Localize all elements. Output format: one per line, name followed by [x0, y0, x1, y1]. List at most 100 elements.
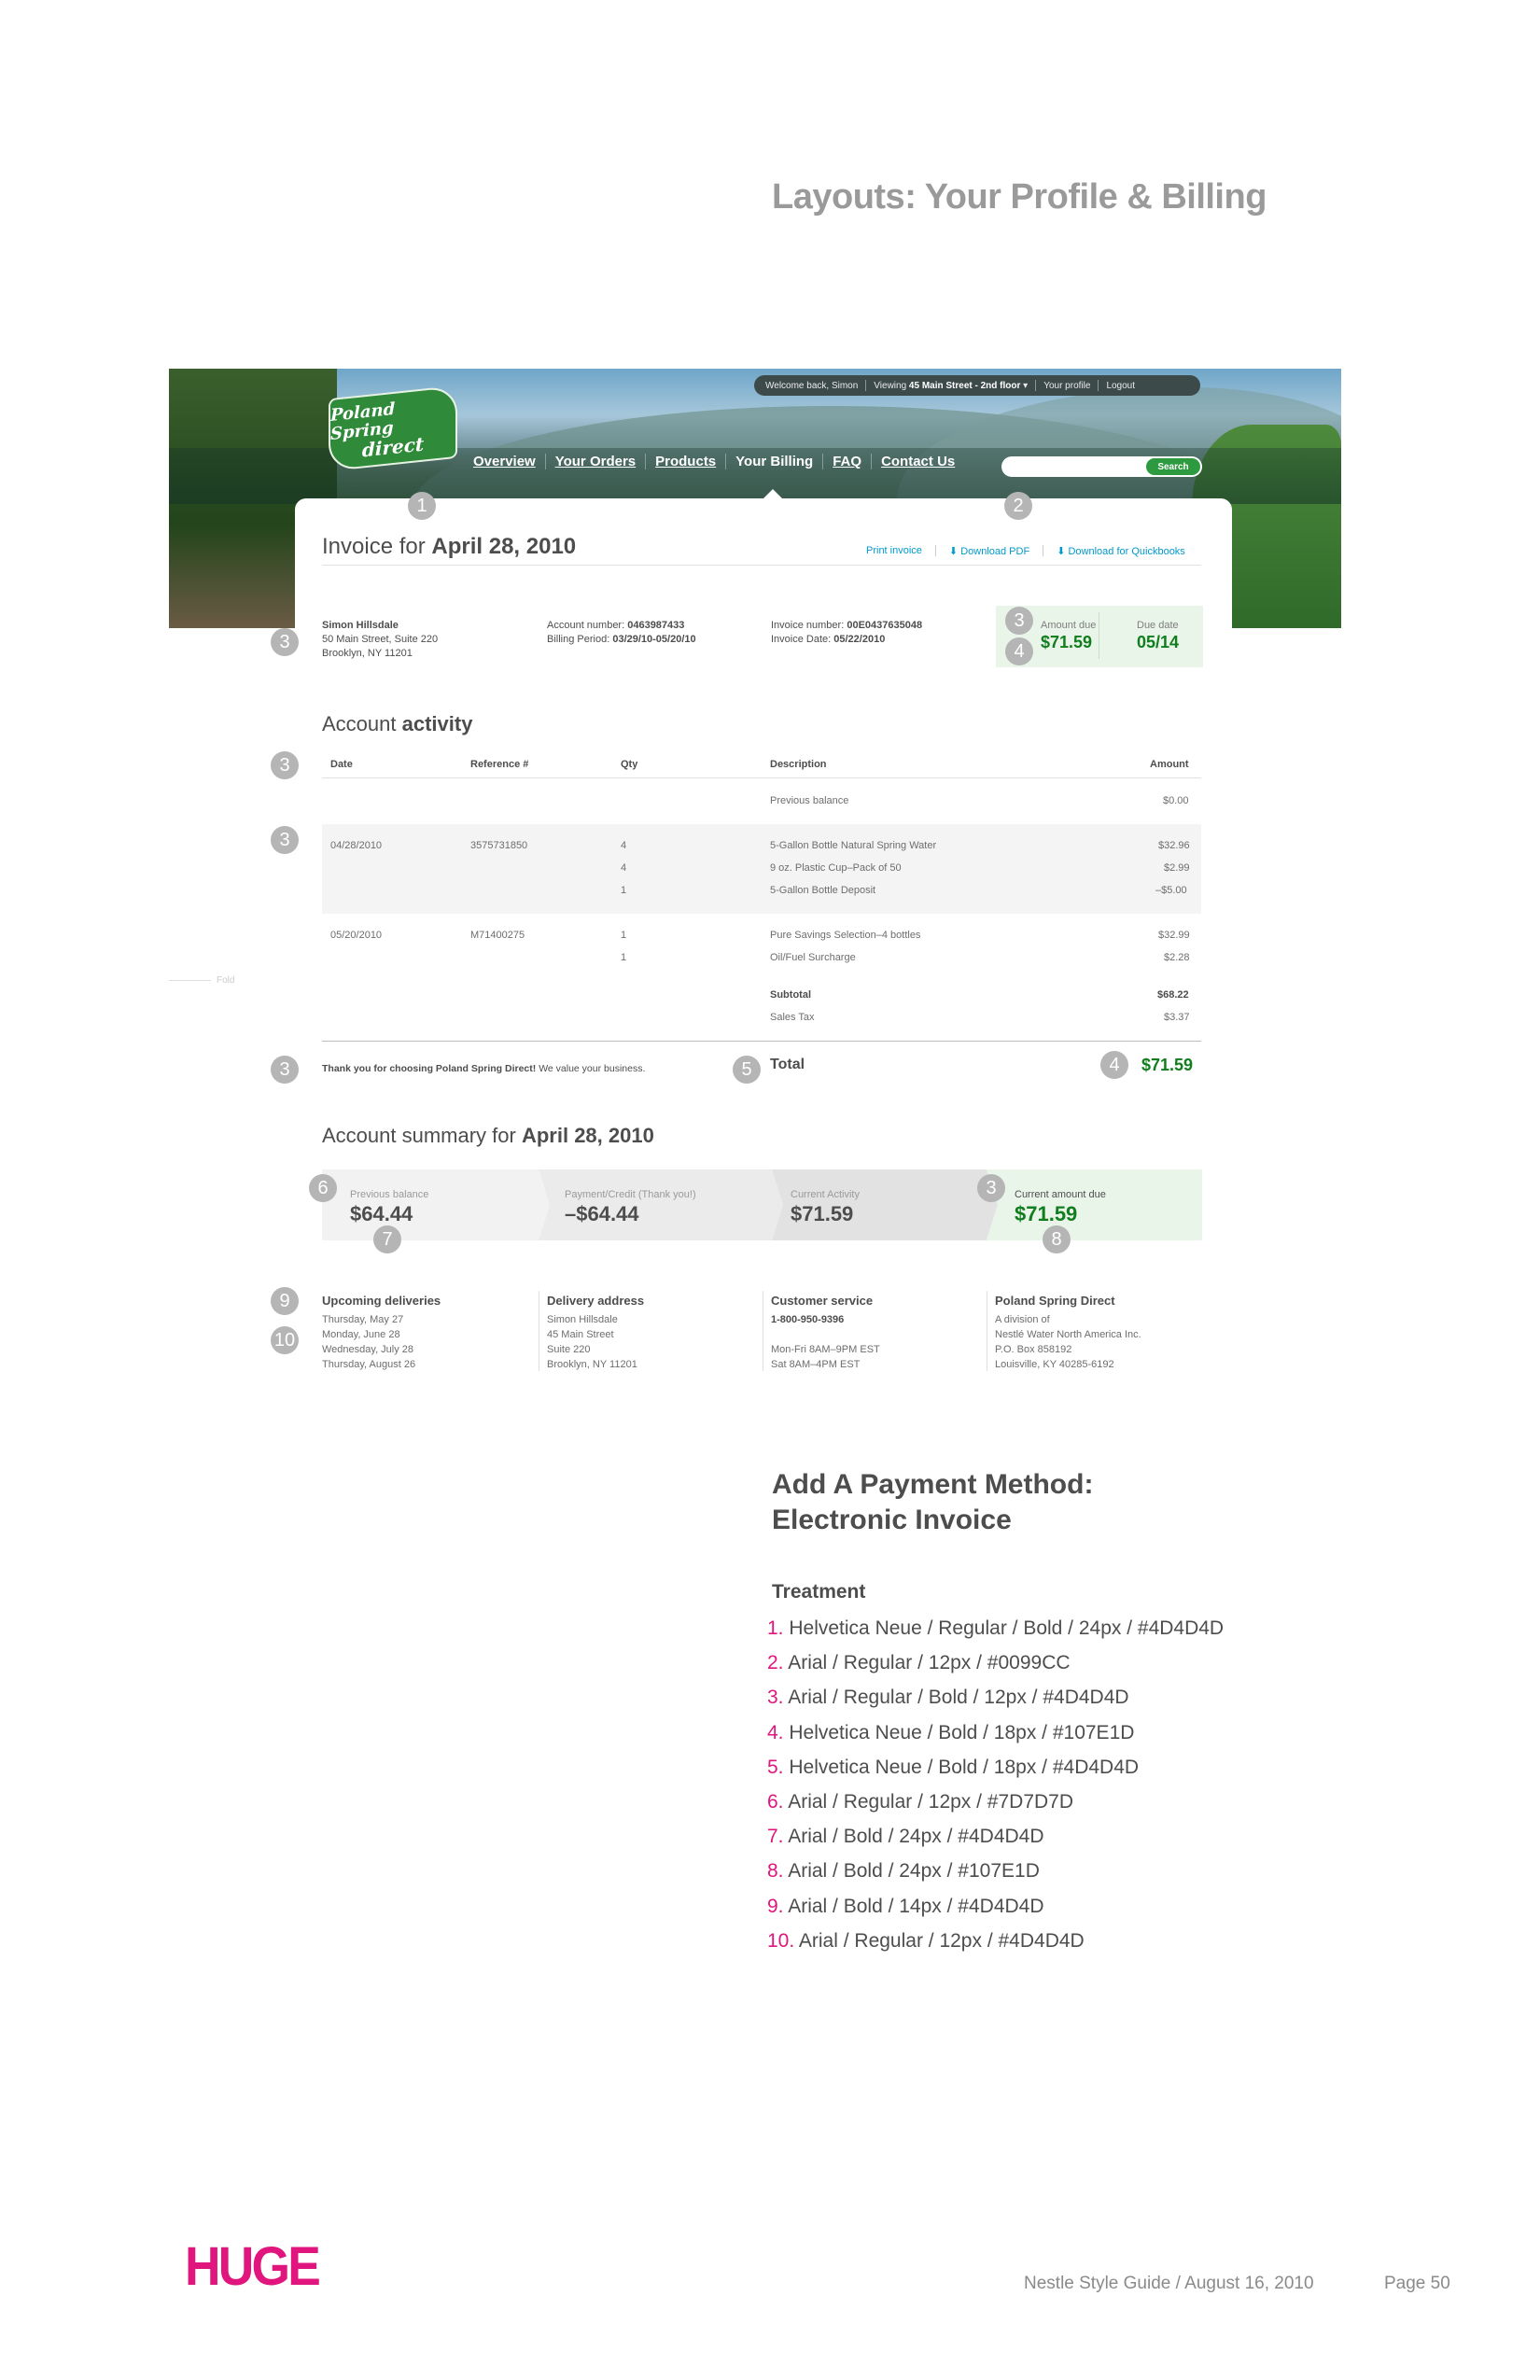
sales-tax-label: Sales Tax	[770, 1012, 815, 1023]
account-activity-heading: Account activity	[322, 712, 473, 735]
table-cell: 05/20/2010	[330, 930, 383, 941]
col-amount: Amount	[1150, 759, 1189, 770]
order-group-band	[322, 824, 1201, 914]
nav-products[interactable]: Products	[646, 454, 727, 469]
search-button[interactable]: Search	[1146, 458, 1200, 475]
welcome-text: Welcome back, Simon	[765, 380, 859, 391]
table-cell: Pure Savings Selection–4 bottles	[770, 930, 921, 941]
section-title: Add A Payment Method: Electronic Invoice	[772, 1469, 1094, 1535]
nav-contact-us[interactable]: Contact Us	[872, 454, 964, 469]
delivery-address-heading: Delivery address	[547, 1294, 645, 1308]
table-cell: $2.28	[1164, 952, 1190, 963]
table-cell: 9 oz. Plastic Cup–Pack of 50	[770, 862, 902, 874]
treatment-item: 5. Helvetica Neue / Bold / 18px / #4D4D4…	[767, 1756, 1140, 1778]
annotation-marker: 6	[309, 1174, 337, 1202]
download-quickbooks-link[interactable]: ⬇ Download for Quickbooks	[1057, 545, 1185, 557]
summary-current-due-label: Current amount due	[1015, 1189, 1106, 1200]
col-description: Description	[770, 759, 827, 770]
poland-spring-direct-address: A division of Nestlé Water North America…	[995, 1314, 1141, 1370]
logout-link[interactable]: Logout	[1106, 381, 1135, 391]
download-icon: ⬇	[948, 546, 959, 557]
upcoming-deliveries-heading: Upcoming deliveries	[322, 1294, 441, 1308]
your-profile-link[interactable]: Your profile	[1043, 381, 1090, 391]
table-cell: –$5.00	[1155, 885, 1187, 896]
download-pdf-link[interactable]: ⬇ Download PDF	[949, 545, 1029, 557]
annotation-marker: 3	[271, 628, 299, 656]
invoice-title: Invoice for April 28, 2010	[322, 534, 577, 559]
annotation-marker: 1	[408, 492, 436, 520]
annotation-marker: 3	[271, 1056, 299, 1084]
treatment-item: 9. Arial / Bold / 14px / #4D4D4D	[767, 1895, 1044, 1917]
delivery-address-text: Simon Hillsdale 45 Main Street Suite 220…	[547, 1314, 637, 1370]
table-cell: 1	[621, 930, 627, 941]
sales-tax-value: $3.37	[1164, 1012, 1190, 1023]
total-label: Total	[770, 1057, 805, 1072]
annotation-marker: 2	[1004, 492, 1032, 520]
annotation-marker: 4	[1100, 1051, 1128, 1079]
poland-spring-direct-heading: Poland Spring Direct	[995, 1294, 1115, 1308]
due-date-label: Due date	[1137, 620, 1179, 631]
viewing-selector[interactable]: Viewing 45 Main Street - 2nd floor ▾	[874, 381, 1028, 391]
summary-previous-balance-label: Previous balance	[350, 1189, 429, 1200]
annotation-marker: 3	[977, 1174, 1005, 1202]
due-date-value: 05/14	[1137, 633, 1180, 651]
nav-your-billing[interactable]: Your Billing	[726, 454, 824, 469]
customer-service-hours: Mon-Fri 8AM–9PM EST Sat 8AM–4PM EST	[771, 1344, 880, 1370]
annotation-marker: 4	[1005, 637, 1033, 665]
table-cell: 3575731850	[470, 840, 528, 851]
treatment-item: 7. Arial / Bold / 24px / #4D4D4D	[767, 1826, 1044, 1848]
col-reference: Reference #	[470, 759, 529, 770]
treatment-item: 3. Arial / Regular / Bold / 12px / #4D4D…	[767, 1687, 1129, 1709]
amount-due-label: Amount due	[1041, 620, 1097, 631]
huge-logo: HUGE	[185, 2236, 321, 2297]
treatment-list: 1. Helvetica Neue / Regular / Bold / 24p…	[767, 1611, 1224, 1958]
table-cell: 4	[621, 862, 627, 874]
treatment-item: 10. Arial / Regular / 12px / #4D4D4D	[767, 1929, 1085, 1952]
invoice-number-info: Invoice number: 00E0437635048 Invoice Da…	[771, 620, 923, 645]
table-cell: $2.99	[1164, 862, 1190, 874]
customer-info: Simon Hillsdale 50 Main Street, Suite 22…	[322, 620, 439, 659]
account-topbar: Welcome back, Simon Viewing 45 Main Stre…	[754, 375, 1200, 396]
summary-payment-label: Payment/Credit (Thank you!)	[565, 1189, 696, 1200]
treatment-item: 2. Arial / Regular / 12px / #0099CC	[767, 1652, 1071, 1674]
summary-current-due-value: $71.59	[1015, 1202, 1078, 1225]
fold-indicator: Fold	[169, 975, 234, 986]
footer-page-number: Page 50	[1384, 2274, 1450, 2293]
subtotal-value: $68.22	[1157, 989, 1189, 1001]
search-input[interactable]: Search	[1001, 456, 1202, 477]
nav-faq[interactable]: FAQ	[823, 454, 873, 469]
table-cell: $32.96	[1158, 840, 1190, 851]
treatment-item: 4. Helvetica Neue / Bold / 18px / #107E1…	[767, 1721, 1135, 1743]
nav-overview[interactable]: Overview	[464, 454, 546, 469]
table-cell: 4	[621, 840, 627, 851]
annotation-marker: 3	[271, 751, 299, 779]
table-cell: 1	[621, 952, 627, 963]
summary-activity-label: Current Activity	[791, 1189, 860, 1200]
table-cell: Oil/Fuel Surcharge	[770, 952, 856, 963]
poland-spring-logo[interactable]: Poland Spring direct	[329, 385, 457, 472]
footer-document-info: Nestle Style Guide / August 16, 2010	[1024, 2274, 1314, 2293]
invoice-links: Print invoice ⬇ Download PDF ⬇ Download …	[866, 545, 1185, 557]
upcoming-deliveries-list: Thursday, May 27 Monday, June 28 Wednesd…	[322, 1314, 416, 1370]
customer-service-phone: 1-800-950-9396	[771, 1314, 845, 1325]
print-invoice-link[interactable]: Print invoice	[866, 545, 922, 557]
treatment-item: 1. Helvetica Neue / Regular / Bold / 24p…	[767, 1617, 1225, 1639]
total-value: $71.59	[1141, 1056, 1194, 1074]
customer-service-heading: Customer service	[771, 1294, 874, 1308]
nav-your-orders[interactable]: Your Orders	[546, 454, 647, 469]
subtotal-label: Subtotal	[770, 989, 811, 1001]
treatment-item: 6. Arial / Regular / 12px / #7D7D7D	[767, 1790, 1074, 1813]
annotation-marker: 9	[271, 1287, 299, 1315]
annotation-marker: 7	[373, 1225, 401, 1253]
amount-due-value: $71.59	[1041, 633, 1093, 651]
treatment-item: 8. Arial / Bold / 24px / #107E1D	[767, 1860, 1040, 1883]
annotation-marker: 3	[1005, 607, 1033, 635]
account-summary-heading: Account summary for April 28, 2010	[322, 1124, 654, 1147]
summary-previous-balance-value: $64.44	[350, 1202, 413, 1225]
download-icon: ⬇	[1057, 546, 1066, 557]
table-cell: 1	[621, 885, 627, 896]
annotation-marker: 3	[271, 826, 299, 854]
table-cell: 5-Gallon Bottle Natural Spring Water	[770, 840, 937, 851]
chevron-down-icon: ▾	[1023, 380, 1029, 391]
table-cell: 5-Gallon Bottle Deposit	[770, 885, 876, 896]
